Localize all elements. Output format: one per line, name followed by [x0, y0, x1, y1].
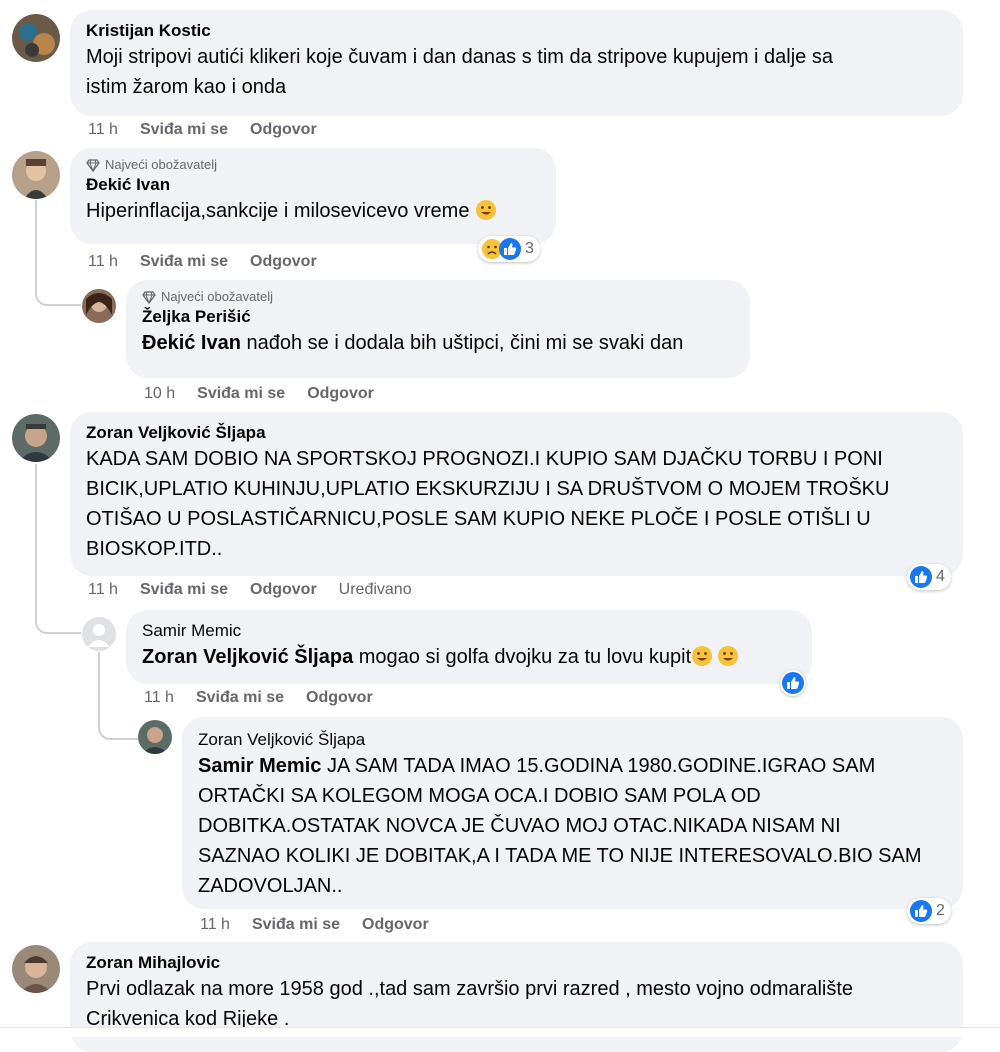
comment-text: Đekić Ivan nađoh se i dodala bih uštipci…	[142, 328, 734, 358]
like-button[interactable]: Sviđa mi se	[196, 688, 284, 708]
comment-actions: 11 h Sviđa mi se Odgovor Uređivano	[88, 580, 412, 600]
smiling-face-icon	[476, 200, 497, 220]
mention-link[interactable]: Đekić Ivan	[142, 332, 241, 354]
reply-button[interactable]: Odgovor	[307, 384, 374, 404]
comment-bubble: Zoran Veljković Šljapa KADA SAM DOBIO NA…	[70, 412, 963, 576]
reply-button[interactable]: Odgovor	[250, 580, 317, 600]
commenter-name[interactable]: Zoran Mihajlovic	[86, 952, 947, 974]
badge-label: Najveći obožavatelj	[105, 157, 218, 172]
comment-text: KADA SAM DOBIO NA SPORTSKOJ PROGNOZI.I K…	[86, 448, 883, 470]
comment-text: ZADOVOLJAN..	[198, 875, 343, 897]
avatar[interactable]	[12, 151, 60, 199]
like-button[interactable]: Sviđa mi se	[197, 384, 285, 404]
commenter-name[interactable]: Đekić Ivan	[86, 174, 540, 196]
comment-text: istim žarom kao i onda	[86, 76, 287, 98]
avatar[interactable]	[82, 617, 116, 651]
like-button[interactable]: Sviđa mi se	[140, 120, 228, 140]
avatar[interactable]	[138, 720, 172, 754]
comment-text-content: JA SAM TADA IMAO 15.GODINA 1980.GODINE.I…	[321, 755, 876, 777]
like-icon	[499, 238, 521, 260]
avatar[interactable]	[12, 945, 60, 993]
comment-text: Moji stripovi autići klikeri koje čuvam …	[86, 46, 833, 68]
like-icon	[782, 672, 804, 694]
comment-text-content: nađoh se i dodala bih uštipci, čini mi s…	[240, 332, 684, 354]
reply-button[interactable]: Odgovor	[362, 915, 429, 935]
comment-text: OTIŠAO U POSLASTIČARNICU,POSLE SAM KUPIO…	[86, 508, 871, 530]
comment-actions: 11 h Sviđa mi se Odgovor	[88, 120, 317, 140]
comment-bubble: Najveći obožavatelj Željka Perišić Đekić…	[126, 280, 750, 378]
smiling-face-icon	[692, 646, 713, 666]
edited-label[interactable]: Uređivano	[339, 580, 412, 600]
reaction-summary[interactable]: 4	[907, 564, 951, 590]
comment-text: SAZNAO KOLIKI JE DOBITAK,A I TADA ME TO …	[198, 845, 922, 867]
diamond-icon	[142, 290, 156, 304]
comment-bubble: Kristijan Kostic Moji stripovi autići kl…	[70, 10, 963, 116]
avatar[interactable]	[12, 414, 60, 462]
comment-actions: 11 h Sviđa mi se Odgovor	[88, 252, 317, 272]
diamond-icon	[86, 158, 100, 172]
reaction-summary[interactable]	[780, 670, 806, 696]
comment-bubble: Zoran Veljković Šljapa Samir Memic JA SA…	[182, 717, 963, 909]
timestamp[interactable]: 11 h	[200, 915, 230, 935]
top-fan-badge: Najveći obožavatelj	[142, 288, 734, 306]
comment-actions: 11 h Sviđa mi se Odgovor	[200, 915, 429, 935]
smiling-face-icon	[718, 646, 739, 666]
comment-text: Prvi odlazak na more 1958 god .,tad sam …	[86, 978, 854, 1000]
commenter-name[interactable]: Samir Memic	[142, 620, 796, 642]
reply-button[interactable]: Odgovor	[306, 688, 373, 708]
comment-text: Samir Memic JA SAM TADA IMAO 15.GODINA 1…	[198, 751, 947, 781]
comment-text: Zoran Veljković Šljapa mogao si golfa dv…	[142, 642, 796, 672]
comment-actions: 11 h Sviđa mi se Odgovor	[144, 688, 373, 708]
commenter-name[interactable]: Kristijan Kostic	[86, 20, 947, 42]
thread-connector	[35, 464, 81, 634]
comment-text: ORTAČKI SA KOLEGOM MOGA OCA.I DOBIO SAM …	[198, 785, 761, 807]
reaction-count: 3	[525, 240, 534, 257]
comment-text: BIOSKOP.ITD..	[86, 538, 223, 560]
like-button[interactable]: Sviđa mi se	[140, 252, 228, 272]
badge-label: Najveći obožavatelj	[161, 289, 274, 304]
reply-button[interactable]: Odgovor	[250, 120, 317, 140]
comment-text: DOBITKA.OSTATAK NOVCA JE ČUVAO MOJ OTAC.…	[198, 815, 841, 837]
timestamp[interactable]: 11 h	[88, 252, 118, 272]
like-button[interactable]: Sviđa mi se	[140, 580, 228, 600]
like-icon	[910, 566, 932, 588]
reply-button[interactable]: Odgovor	[250, 252, 317, 272]
comment-text-content: mogao si golfa dvojku za tu lovu kupit	[353, 646, 692, 668]
reaction-count: 4	[936, 568, 945, 585]
comment-bubble: Samir Memic Zoran Veljković Šljapa mogao…	[126, 610, 812, 684]
thread-connector	[98, 680, 138, 740]
like-button[interactable]: Sviđa mi se	[252, 915, 340, 935]
thread-connector	[35, 200, 81, 306]
like-icon	[910, 900, 932, 922]
comment-actions: 10 h Sviđa mi se Odgovor	[144, 384, 374, 404]
timestamp[interactable]: 11 h	[144, 688, 174, 708]
timestamp[interactable]: 11 h	[88, 120, 118, 140]
comment-text: Hiperinflacija,sankcije i milosevicevo v…	[86, 196, 540, 226]
reaction-summary[interactable]: 2	[907, 898, 951, 924]
avatar[interactable]	[82, 289, 116, 323]
top-fan-badge: Najveći obožavatelj	[86, 156, 540, 174]
mention-link[interactable]: Samir Memic	[198, 755, 321, 777]
avatar[interactable]	[12, 14, 60, 62]
commenter-name[interactable]: Željka Perišić	[142, 306, 734, 328]
reaction-count: 2	[936, 902, 945, 919]
commenter-name[interactable]: Zoran Veljković Šljapa	[198, 729, 947, 751]
comment-text-content: Hiperinflacija,sankcije i milosevicevo v…	[86, 200, 470, 222]
mention-link[interactable]: Zoran Veljković Šljapa	[142, 646, 353, 668]
commenter-name[interactable]: Zoran Veljković Šljapa	[86, 422, 947, 444]
timestamp[interactable]: 10 h	[144, 384, 175, 404]
timestamp[interactable]: 11 h	[88, 580, 118, 600]
reaction-summary[interactable]: 3	[478, 236, 540, 262]
comment-bubble: Najveći obožavatelj Đekić Ivan Hiperinfl…	[70, 148, 556, 244]
thread-line	[98, 652, 100, 682]
comment-text: BICIK,UPLATIO KUHINJU,UPLATIO EKSKURZIJU…	[86, 478, 890, 500]
